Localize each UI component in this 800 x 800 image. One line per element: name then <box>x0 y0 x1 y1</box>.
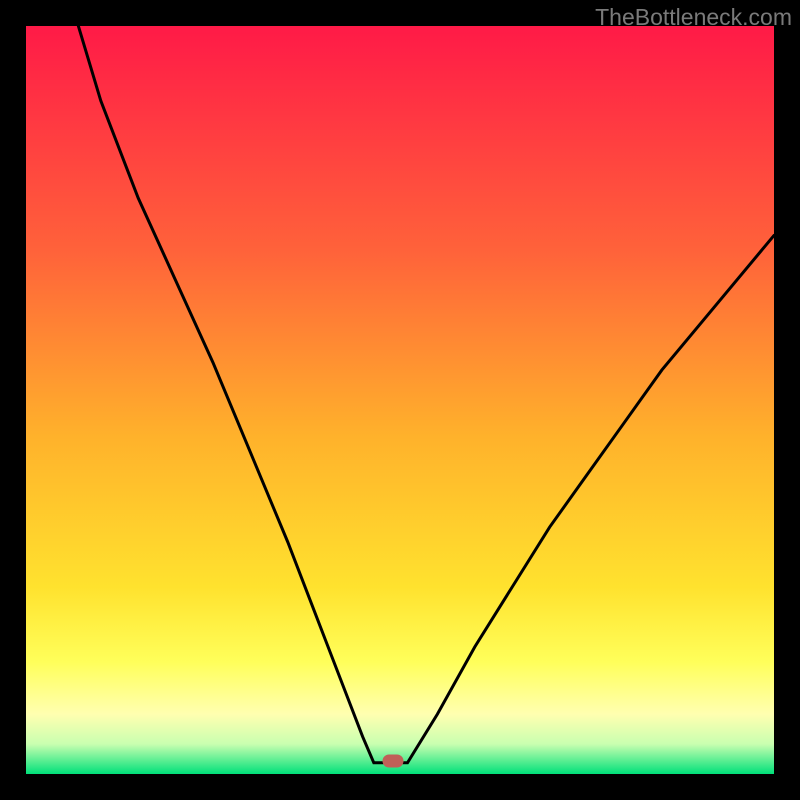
watermark: TheBottleneck.com <box>595 4 792 31</box>
optimal-marker <box>382 754 403 767</box>
bottleneck-curve <box>78 26 774 763</box>
plot-area <box>26 26 774 774</box>
curve-layer <box>26 26 774 774</box>
chart-container: TheBottleneck.com <box>0 0 800 800</box>
